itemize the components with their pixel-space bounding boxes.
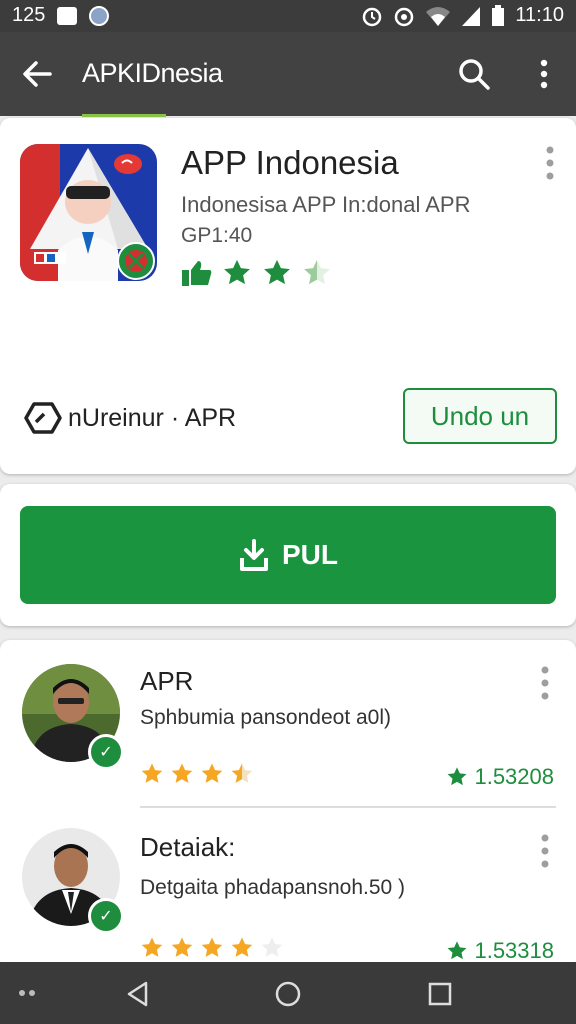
review-stars bbox=[140, 762, 254, 786]
title-underline bbox=[82, 114, 166, 117]
list-item[interactable]: ✓ APR Sphbumia pansondeot a0l) 1.53208 bbox=[0, 640, 576, 800]
review-more-vert-icon[interactable] bbox=[537, 834, 553, 868]
nav-dots-icon bbox=[19, 990, 35, 996]
star-icon bbox=[201, 763, 223, 783]
app-more-vert-icon[interactable] bbox=[542, 146, 558, 180]
battery-icon bbox=[492, 4, 505, 26]
developer-name: nUreinur · APR bbox=[68, 403, 237, 432]
star-icon bbox=[201, 937, 223, 957]
install-button[interactable]: PUL bbox=[20, 506, 556, 604]
status-time-left: 125 bbox=[12, 4, 46, 26]
app-icon[interactable] bbox=[20, 144, 157, 281]
review-text: Detgaita phadapansnoh.50 ) bbox=[140, 876, 406, 899]
app-subtitle: Indonesisa APP In:donal APR bbox=[181, 192, 471, 217]
navigation-bar bbox=[0, 962, 576, 1024]
recents-nav-icon[interactable] bbox=[428, 982, 452, 1006]
review-count: 1.53208 bbox=[446, 764, 554, 790]
review-name: Detaiak: bbox=[140, 832, 236, 862]
green-star-icon bbox=[448, 941, 467, 960]
star-icon bbox=[141, 937, 163, 957]
rating-star-half-icon bbox=[304, 259, 330, 285]
review-count-value: 1.53318 bbox=[474, 938, 554, 963]
reviews-card: ✓ APR Sphbumia pansondeot a0l) 1.53208 ✓… bbox=[0, 640, 576, 970]
home-nav-icon[interactable] bbox=[274, 980, 302, 1008]
verified-badge-icon: ✓ bbox=[88, 898, 124, 934]
app-size: GP1:40 bbox=[181, 224, 253, 247]
back-nav-icon[interactable] bbox=[124, 980, 152, 1008]
install-button-label: PUL bbox=[282, 539, 338, 570]
review-count: 1.53318 bbox=[446, 938, 554, 964]
back-arrow-icon[interactable] bbox=[18, 54, 58, 94]
list-item[interactable]: ✓ Detaiak: Detgaita phadapansnoh.50 ) 1.… bbox=[0, 812, 576, 970]
status-time-right: 11:10 bbox=[515, 4, 564, 26]
install-card: PUL bbox=[0, 484, 576, 626]
divider bbox=[140, 806, 556, 808]
star-icon bbox=[231, 937, 253, 957]
alarm-icon bbox=[363, 7, 382, 26]
wifi-icon bbox=[426, 6, 451, 26]
app-info-card: APP Indonesia Indonesisa APP In:donal AP… bbox=[0, 118, 576, 474]
thumbs-up-icon bbox=[182, 261, 212, 286]
app-title: APP Indonesia bbox=[181, 144, 399, 181]
review-count-value: 1.53208 bbox=[474, 764, 554, 789]
download-icon bbox=[240, 539, 268, 571]
rating-star-icon bbox=[264, 259, 290, 285]
undo-button[interactable]: Undo un bbox=[403, 388, 557, 444]
signal-icon bbox=[462, 6, 481, 26]
review-name: APR bbox=[140, 666, 194, 696]
verified-badge-icon: ✓ bbox=[88, 734, 124, 770]
more-vert-icon[interactable] bbox=[528, 54, 560, 94]
developer-row[interactable]: nUreinur · APR bbox=[22, 400, 236, 436]
app-notification-icon bbox=[89, 5, 110, 26]
search-icon[interactable] bbox=[454, 54, 494, 94]
star-empty-icon bbox=[261, 937, 283, 957]
status-bar: 125 11:10 bbox=[0, 0, 576, 32]
app-bar: APKIDnesia bbox=[0, 32, 576, 117]
review-more-vert-icon[interactable] bbox=[537, 666, 553, 700]
star-icon bbox=[141, 763, 163, 783]
star-half-icon bbox=[231, 763, 253, 783]
green-star-icon bbox=[448, 767, 467, 786]
notification-icon bbox=[57, 6, 78, 25]
app-rating bbox=[181, 258, 333, 288]
rating-star-icon bbox=[224, 259, 250, 285]
review-text: Sphbumia pansondeot a0l) bbox=[140, 706, 392, 729]
star-icon bbox=[171, 937, 193, 957]
sync-icon bbox=[395, 7, 414, 26]
app-bar-title: APKIDnesia bbox=[82, 58, 223, 88]
developer-icon bbox=[24, 402, 62, 434]
review-stars bbox=[140, 936, 284, 960]
star-icon bbox=[171, 763, 193, 783]
